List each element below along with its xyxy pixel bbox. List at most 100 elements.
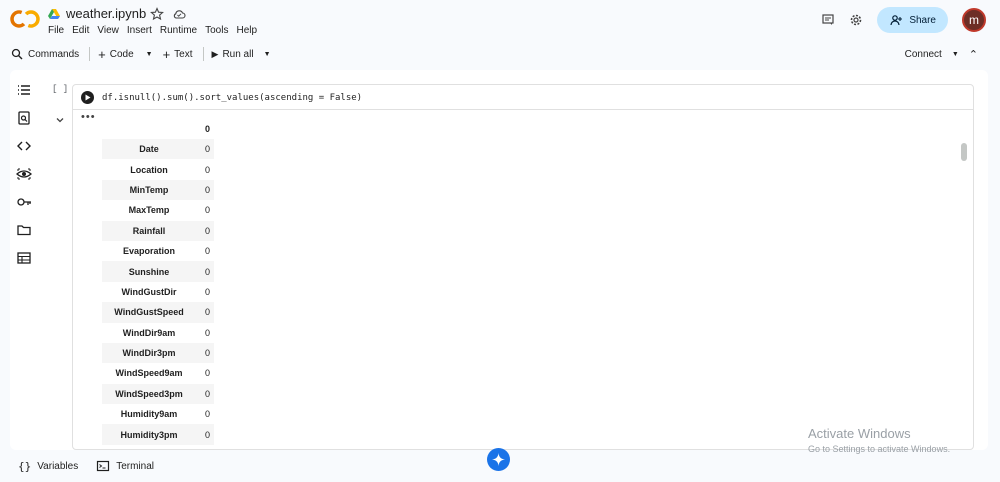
menu-runtime[interactable]: Runtime: [160, 25, 197, 36]
add-person-icon: [890, 15, 903, 26]
table-row: WindSpeed3pm 0: [102, 383, 214, 405]
row-index-label: Evaporation: [122, 246, 175, 257]
add-text-button[interactable]: + Text: [163, 47, 193, 62]
colab-logo[interactable]: [10, 9, 40, 29]
table-of-contents-icon[interactable]: [16, 82, 32, 98]
share-label: Share: [909, 14, 936, 26]
row-index-label: WindDir9am: [122, 327, 176, 338]
run-all-button[interactable]: ▶ Run all ▼: [212, 49, 271, 60]
row-null-count: 0: [196, 302, 214, 323]
search-icon: [11, 48, 23, 60]
row-index-label: Humidity9am: [120, 409, 178, 420]
collapse-output-chevron-icon[interactable]: [54, 114, 66, 126]
toolbar-divider: [89, 47, 91, 61]
row-index-label: WindSpeed3pm: [102, 383, 196, 405]
commands-button[interactable]: Commands: [10, 47, 79, 61]
toolbar-divider: [202, 47, 204, 61]
row-null-count: 0: [196, 383, 214, 405]
terminal-button[interactable]: Terminal: [96, 459, 154, 473]
row-null-count: 0: [204, 246, 210, 257]
activate-windows-watermark: Activate Windows Go to Settings to activ…: [808, 426, 950, 454]
row-null-count: 0: [204, 164, 210, 175]
table-row: MinTemp 0: [102, 179, 214, 201]
table-row: WindGustSpeed 0: [102, 302, 214, 323]
terminal-label: Terminal: [116, 460, 154, 472]
plus-icon: +: [162, 46, 171, 62]
menu-help[interactable]: Help: [236, 25, 257, 36]
output-actions-icon[interactable]: •••: [81, 111, 96, 123]
table-column-header: 0: [204, 124, 210, 134]
find-replace-icon[interactable]: [16, 110, 32, 126]
row-index-label: Rainfall: [102, 220, 196, 241]
user-avatar[interactable]: m: [962, 8, 986, 32]
star-icon[interactable]: [150, 7, 164, 21]
row-null-count: 0: [204, 327, 210, 338]
notebook-title: weather.ipynb: [48, 6, 146, 21]
variables-label: Variables: [37, 460, 79, 472]
menu-view[interactable]: View: [97, 25, 119, 36]
row-null-count: 0: [204, 409, 210, 420]
notebook-name[interactable]: weather.ipynb: [66, 6, 146, 21]
output-table: 0 Date 0 Location 0 MinTemp 0 MaxTemp 0 Rainfall…: [102, 119, 214, 445]
variables-inspector-icon[interactable]: [16, 166, 32, 182]
add-code-button[interactable]: + Code ▼: [98, 47, 152, 62]
row-null-count: 0: [204, 286, 210, 297]
menu-file[interactable]: File: [48, 25, 64, 36]
execution-count: [ ]: [52, 84, 69, 94]
row-index-label: WindGustDir: [121, 286, 177, 297]
row-index-label: MaxTemp: [128, 205, 170, 216]
table-row: Date 0: [102, 139, 214, 160]
row-null-count: 0: [196, 261, 214, 282]
plus-icon: +: [98, 46, 106, 62]
connect-button[interactable]: Connect: [905, 49, 942, 60]
files-folder-icon[interactable]: [16, 222, 32, 238]
row-null-count: 0: [196, 220, 214, 241]
data-table-icon[interactable]: [16, 250, 32, 266]
row-index-label: Sunshine: [102, 261, 196, 282]
table-row: Location 0: [102, 159, 214, 179]
table-row: WindGustDir 0: [102, 282, 214, 302]
caret-down-icon[interactable]: ▼: [264, 51, 271, 58]
menu-edit[interactable]: Edit: [72, 25, 89, 36]
row-null-count: 0: [204, 368, 210, 379]
terminal-icon: [97, 460, 110, 472]
row-index-label: MinTemp: [102, 179, 196, 201]
secrets-key-icon[interactable]: [16, 194, 32, 210]
code-editor-line[interactable]: df.isnull().sum().sort_values(ascending …: [102, 93, 362, 103]
share-button[interactable]: Share: [877, 7, 948, 33]
watermark-title: Activate Windows: [808, 426, 911, 441]
table-body: Date 0 Location 0 MinTemp 0 MaxTemp 0 Rainfall 0 E…: [102, 139, 214, 445]
table-header-row: 0: [102, 119, 214, 139]
variables-button[interactable]: {} Variables: [18, 460, 78, 473]
table-row: Humidity9am 0: [102, 404, 214, 424]
row-index-label: WindGustSpeed: [102, 302, 196, 323]
curly-braces-icon: {}: [18, 459, 32, 473]
cloud-sync-icon[interactable]: [172, 7, 186, 21]
table-index-header: [102, 119, 196, 139]
play-icon: ▶: [211, 48, 219, 59]
output-scrollbar[interactable]: [961, 143, 967, 161]
code-cell[interactable]: df.isnull().sum().sort_values(ascending …: [72, 84, 974, 450]
row-index-label: WindSpeed9am: [115, 368, 183, 379]
notebook-area: [ ] df.isnull().sum().sort_values(ascend…: [10, 70, 988, 450]
table-row: Evaporation 0: [102, 241, 214, 261]
row-null-count: 0: [196, 424, 214, 445]
caret-down-icon[interactable]: ▼: [146, 51, 153, 58]
row-null-count: 0: [196, 139, 214, 160]
menu-tools[interactable]: Tools: [205, 25, 228, 36]
comments-icon[interactable]: [821, 13, 835, 27]
run-cell-button[interactable]: [81, 91, 94, 104]
caret-down-icon[interactable]: ▼: [952, 51, 959, 58]
chevron-up-icon[interactable]: ⌃: [969, 48, 978, 61]
app-header: weather.ipynb File Edit View Insert Runt…: [0, 0, 1000, 42]
menu-insert[interactable]: Insert: [127, 25, 152, 36]
gemini-assistant-button[interactable]: [487, 448, 510, 471]
row-index-label: Date: [102, 139, 196, 160]
row-index-label: Location: [130, 164, 168, 175]
table-row: Humidity3pm 0: [102, 424, 214, 445]
code-label: Code: [109, 48, 134, 60]
settings-gear-icon[interactable]: [849, 13, 863, 27]
row-index-label: WindDir3pm: [102, 342, 196, 364]
code-snippets-icon[interactable]: [16, 138, 32, 154]
table-row: Rainfall 0: [102, 220, 214, 241]
